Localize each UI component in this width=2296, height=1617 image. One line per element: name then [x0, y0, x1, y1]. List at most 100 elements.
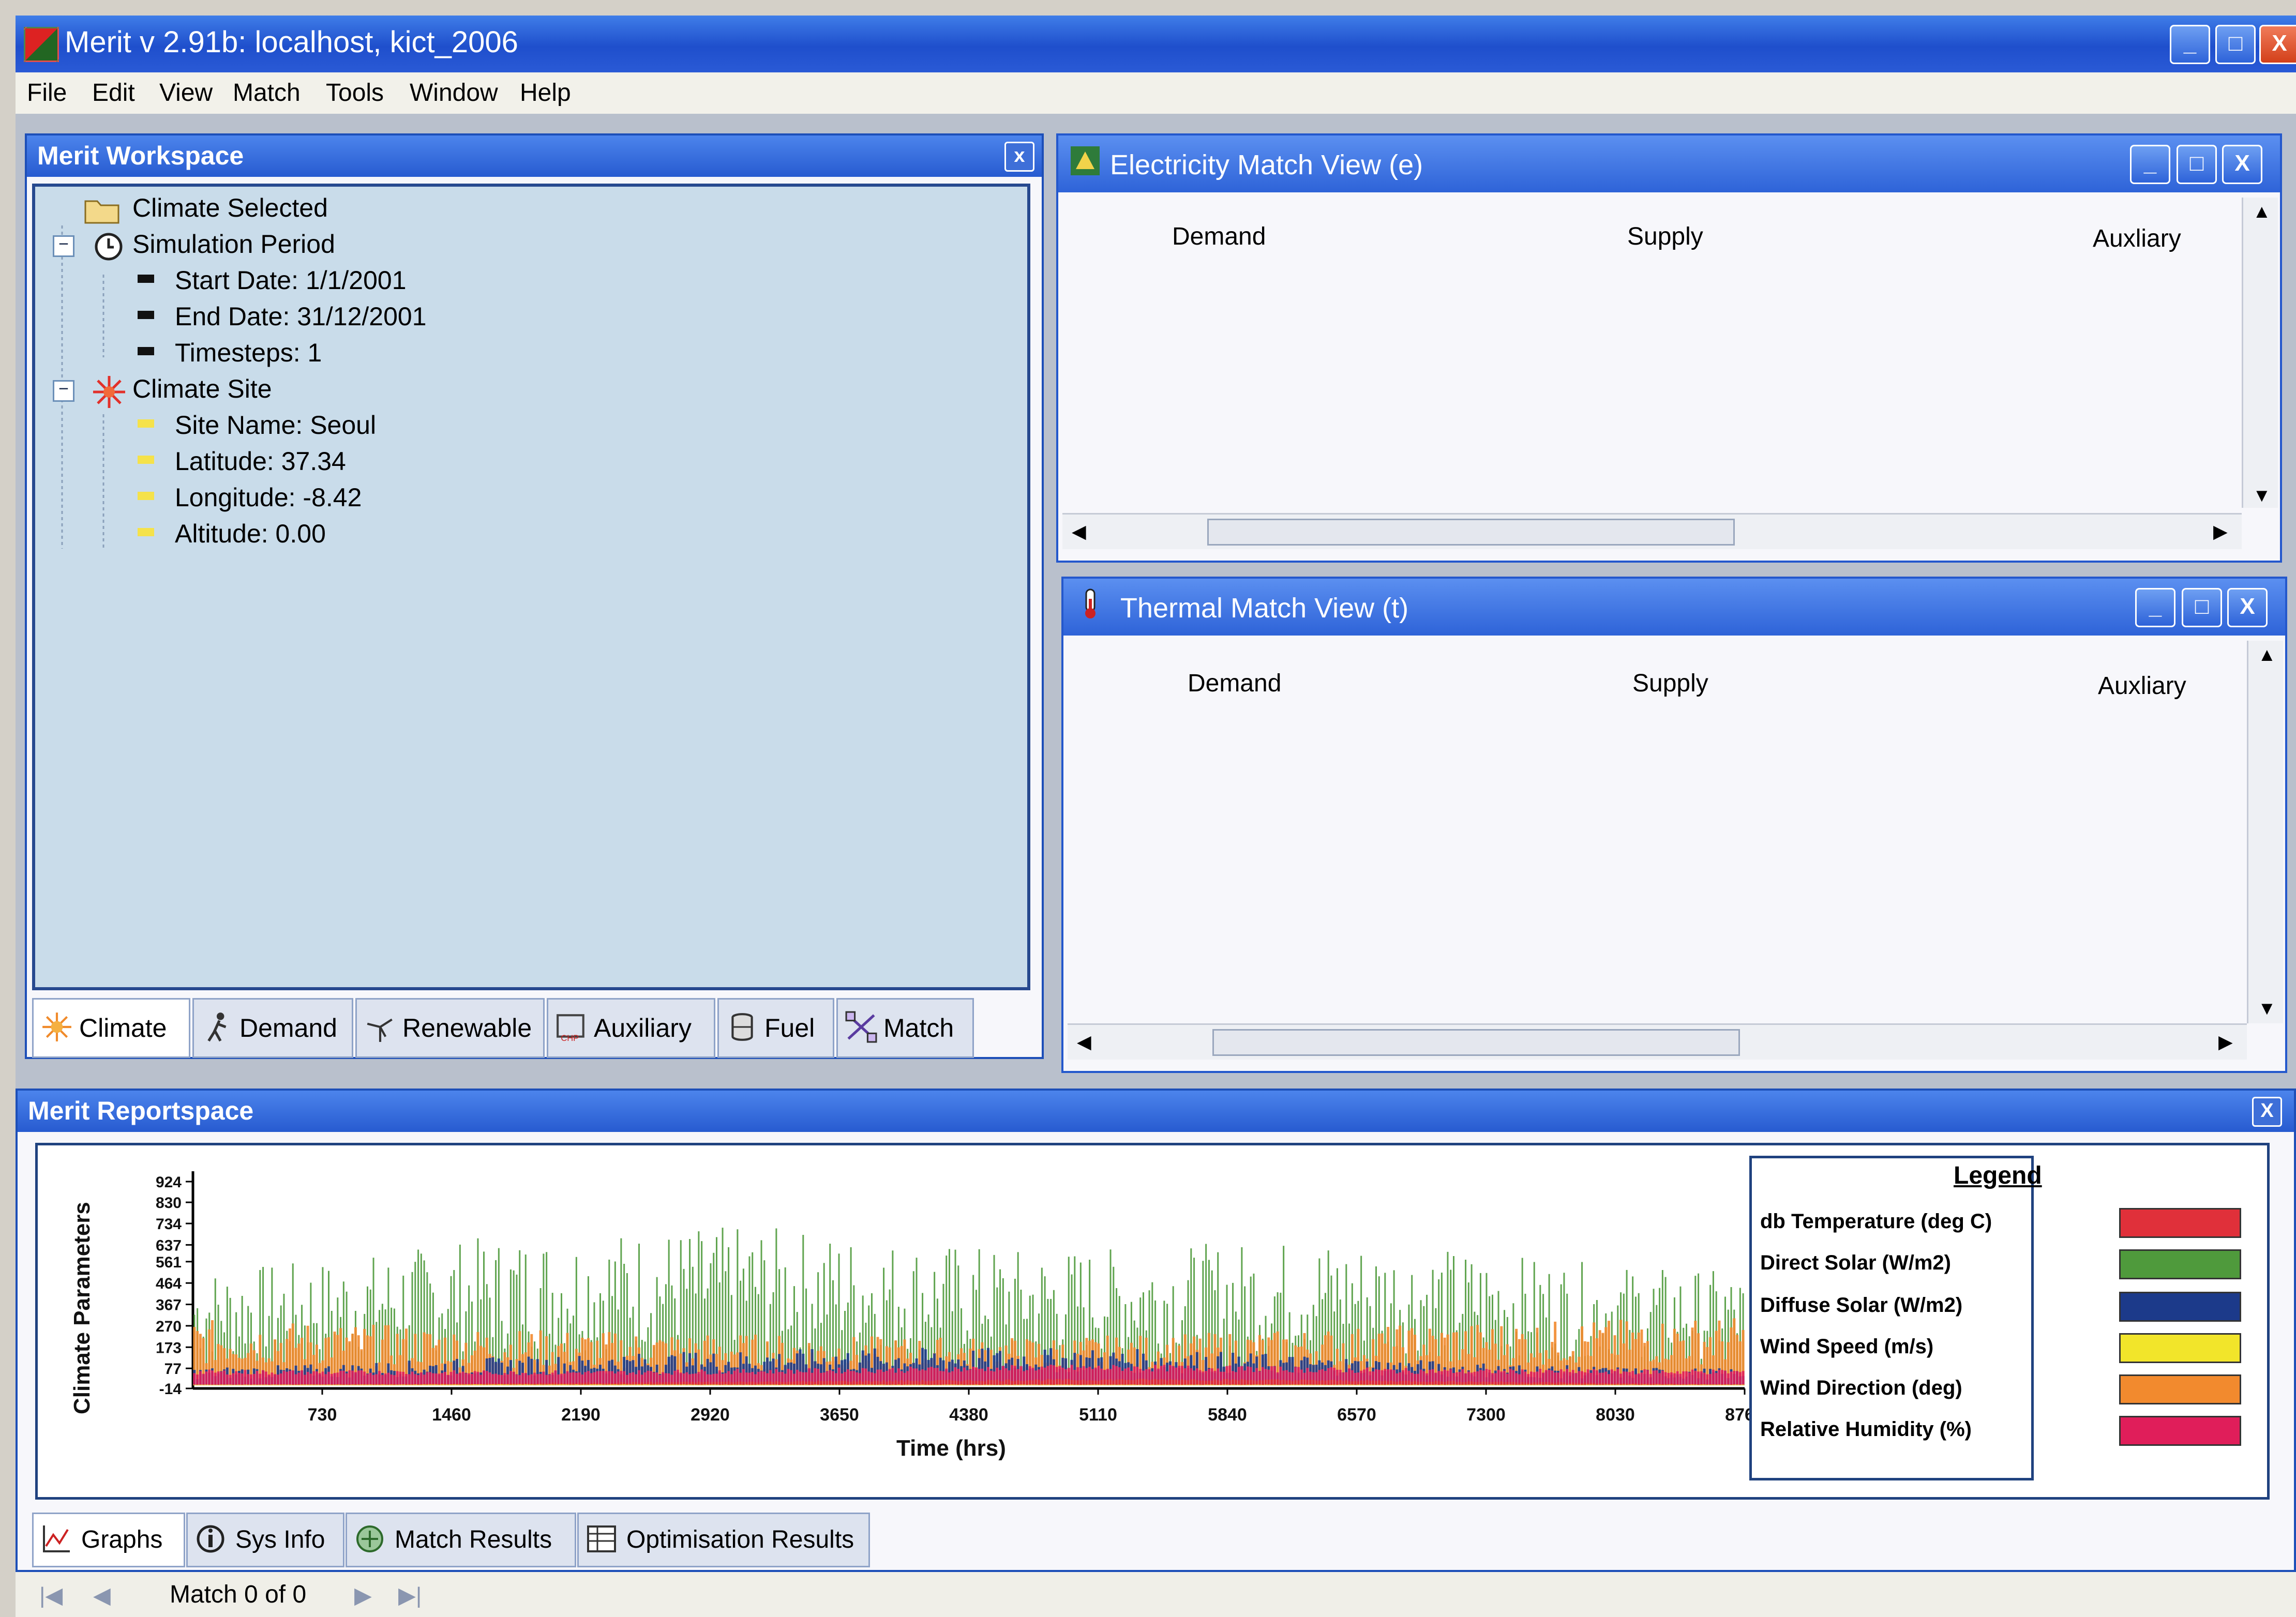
tab-sys-info[interactable]: Sys Info	[186, 1513, 344, 1567]
tree-altitude[interactable]: Altitude: 0.00	[175, 519, 326, 549]
tab-sys-info-label: Sys Info	[235, 1526, 325, 1553]
previous-record-icon[interactable]: ◀	[93, 1582, 111, 1609]
thermal-scroll-thumb[interactable]	[1212, 1029, 1740, 1056]
legend-swatch-db-temperature	[2119, 1208, 2241, 1238]
menu-file[interactable]: File	[27, 79, 67, 107]
match-counter: Match 0 of 0	[170, 1581, 307, 1608]
chart-y-tick-label: 77	[164, 1361, 182, 1378]
chart-y-ticks: -14 77 173 270 367 464 561637 734 830 924	[156, 1174, 193, 1398]
menu-match[interactable]: Match	[233, 79, 301, 107]
tab-graphs-label: Graphs	[81, 1526, 163, 1553]
electricity-minimize-button[interactable]: _	[2130, 145, 2170, 184]
tab-auxiliary[interactable]: CHP Auxiliary	[547, 998, 715, 1058]
chart-x-tick-label: 6570	[1337, 1405, 1376, 1425]
menu-bar: File Edit View Match Tools Window Help	[16, 72, 2296, 114]
workspace-close-button[interactable]: x	[1004, 142, 1034, 172]
electricity-vertical-scrollbar[interactable]: ▲ ▼	[2242, 198, 2278, 508]
svg-text:CHP: CHP	[561, 1033, 579, 1043]
tree-climate-selected[interactable]: Climate Selected	[132, 193, 328, 223]
legend-item-relative-humidity: Relative Humidity (%)	[1760, 1418, 1972, 1441]
tab-optimisation-results-label: Optimisation Results	[626, 1526, 854, 1553]
tree-latitude[interactable]: Latitude: 37.34	[175, 446, 346, 476]
tab-match-results[interactable]: Match Results	[346, 1513, 576, 1567]
person-icon	[207, 1012, 227, 1042]
close-button[interactable]: X	[2259, 25, 2296, 64]
title-bar: Merit v 2.91b: localhost, kict_2006 _ □ …	[16, 16, 2296, 72]
scroll-down-arrow-icon[interactable]: ▼	[2258, 998, 2276, 1019]
start-date-bullet-icon	[138, 275, 154, 283]
minimize-button[interactable]: _	[2170, 25, 2210, 64]
chart-y-tick-label: 367	[156, 1297, 182, 1314]
reportspace-title: Merit Reportspace	[28, 1096, 254, 1125]
tab-demand[interactable]: Demand	[192, 998, 353, 1058]
scroll-right-arrow-icon[interactable]: ▶	[2218, 1031, 2233, 1053]
chart-y-tick-label: 637	[156, 1237, 182, 1254]
chart-x-tick-label: 2920	[691, 1405, 730, 1425]
workspace-header: Merit Workspace x	[27, 135, 1042, 177]
tab-match[interactable]: Match	[836, 998, 974, 1058]
menu-window[interactable]: Window	[410, 79, 498, 107]
thermal-minimize-button[interactable]: _	[2135, 588, 2175, 627]
tab-auxiliary-label: Auxiliary	[594, 1014, 692, 1042]
electricity-maximize-button[interactable]: □	[2177, 145, 2217, 184]
electricity-horizontal-scrollbar[interactable]: ◀ ▶	[1062, 513, 2242, 549]
maximize-button[interactable]: □	[2215, 25, 2256, 64]
legend-title: Legend	[1954, 1162, 2042, 1189]
tree-longitude[interactable]: Longitude: -8.42	[175, 482, 362, 512]
chart-x-tick-label: 4380	[949, 1405, 988, 1425]
scroll-up-arrow-icon[interactable]: ▲	[2253, 201, 2271, 222]
tab-climate-label: Climate	[79, 1014, 167, 1042]
climate-chart: -14 77 173 270 367 464 561637 734 830 924 730 1460…	[69, 1171, 1750, 1461]
menu-tools[interactable]: Tools	[326, 79, 384, 107]
menu-edit[interactable]: Edit	[92, 79, 135, 107]
electricity-scroll-thumb[interactable]	[1207, 519, 1735, 546]
next-record-icon[interactable]: ▶	[354, 1582, 372, 1609]
legend-swatch-wind-direction	[2119, 1374, 2241, 1404]
tree-end-date[interactable]: End Date: 31/12/2001	[175, 301, 427, 331]
chp-icon: CHP	[557, 1014, 584, 1043]
tree-timesteps[interactable]: Timesteps: 1	[175, 338, 322, 368]
first-record-icon[interactable]: |◀	[39, 1582, 63, 1609]
scroll-left-arrow-icon[interactable]: ◀	[1072, 521, 1086, 542]
thermal-horizontal-scrollbar[interactable]: ◀ ▶	[1068, 1023, 2247, 1060]
electricity-view-icon	[1071, 146, 1100, 175]
tree-expander-simulation[interactable]: −	[53, 235, 74, 257]
electricity-col-supply: Supply	[1627, 223, 1703, 250]
tree-simulation-period[interactable]: Simulation Period	[132, 229, 335, 259]
match-icon	[845, 1011, 877, 1043]
thermal-view-title: Thermal Match View (t)	[1120, 593, 1409, 624]
tab-fuel[interactable]: Fuel	[717, 998, 834, 1058]
chart-y-tick-label: 464	[156, 1275, 182, 1292]
merit-app-icon	[24, 27, 59, 62]
scroll-left-arrow-icon[interactable]: ◀	[1077, 1031, 1091, 1053]
thermal-close-button[interactable]: X	[2227, 588, 2268, 627]
tab-climate[interactable]: Climate	[32, 998, 190, 1058]
menu-help[interactable]: Help	[520, 79, 571, 107]
tree-expander-climate-site[interactable]: −	[53, 380, 74, 402]
info-icon	[197, 1525, 224, 1553]
scroll-right-arrow-icon[interactable]: ▶	[2213, 521, 2228, 542]
tab-graphs[interactable]: Graphs	[32, 1513, 185, 1567]
tree-start-date[interactable]: Start Date: 1/1/2001	[175, 265, 407, 295]
scroll-down-arrow-icon[interactable]: ▼	[2253, 485, 2271, 506]
tab-renewable[interactable]: Renewable	[355, 998, 545, 1058]
thermal-vertical-scrollbar[interactable]: ▲ ▼	[2247, 641, 2283, 1023]
workspace-tree[interactable]: Climate Selected − Simulation Period Sta…	[32, 184, 1030, 990]
tree-site-name[interactable]: Site Name: Seoul	[175, 410, 376, 440]
electricity-close-button[interactable]: X	[2222, 145, 2262, 184]
menu-view[interactable]: View	[159, 79, 213, 107]
scroll-up-arrow-icon[interactable]: ▲	[2258, 644, 2276, 666]
thermal-maximize-button[interactable]: □	[2182, 588, 2222, 627]
altitude-bullet-icon	[138, 528, 154, 536]
sun-icon	[93, 376, 125, 408]
chart-x-tick-label: 8760	[1725, 1405, 1750, 1425]
clock-icon	[95, 233, 123, 261]
last-record-icon[interactable]: ▶|	[398, 1582, 422, 1609]
tree-climate-site[interactable]: Climate Site	[132, 374, 272, 404]
electricity-view-title: Electricity Match View (e)	[1110, 149, 1423, 180]
tab-optimisation-results[interactable]: Optimisation Results	[577, 1513, 870, 1567]
reportspace-close-button[interactable]: X	[2252, 1097, 2282, 1127]
tab-renewable-label: Renewable	[402, 1014, 532, 1042]
chart-x-axis-label: Time (hrs)	[896, 1435, 1006, 1461]
chart-x-tick-label: 1460	[432, 1405, 471, 1425]
